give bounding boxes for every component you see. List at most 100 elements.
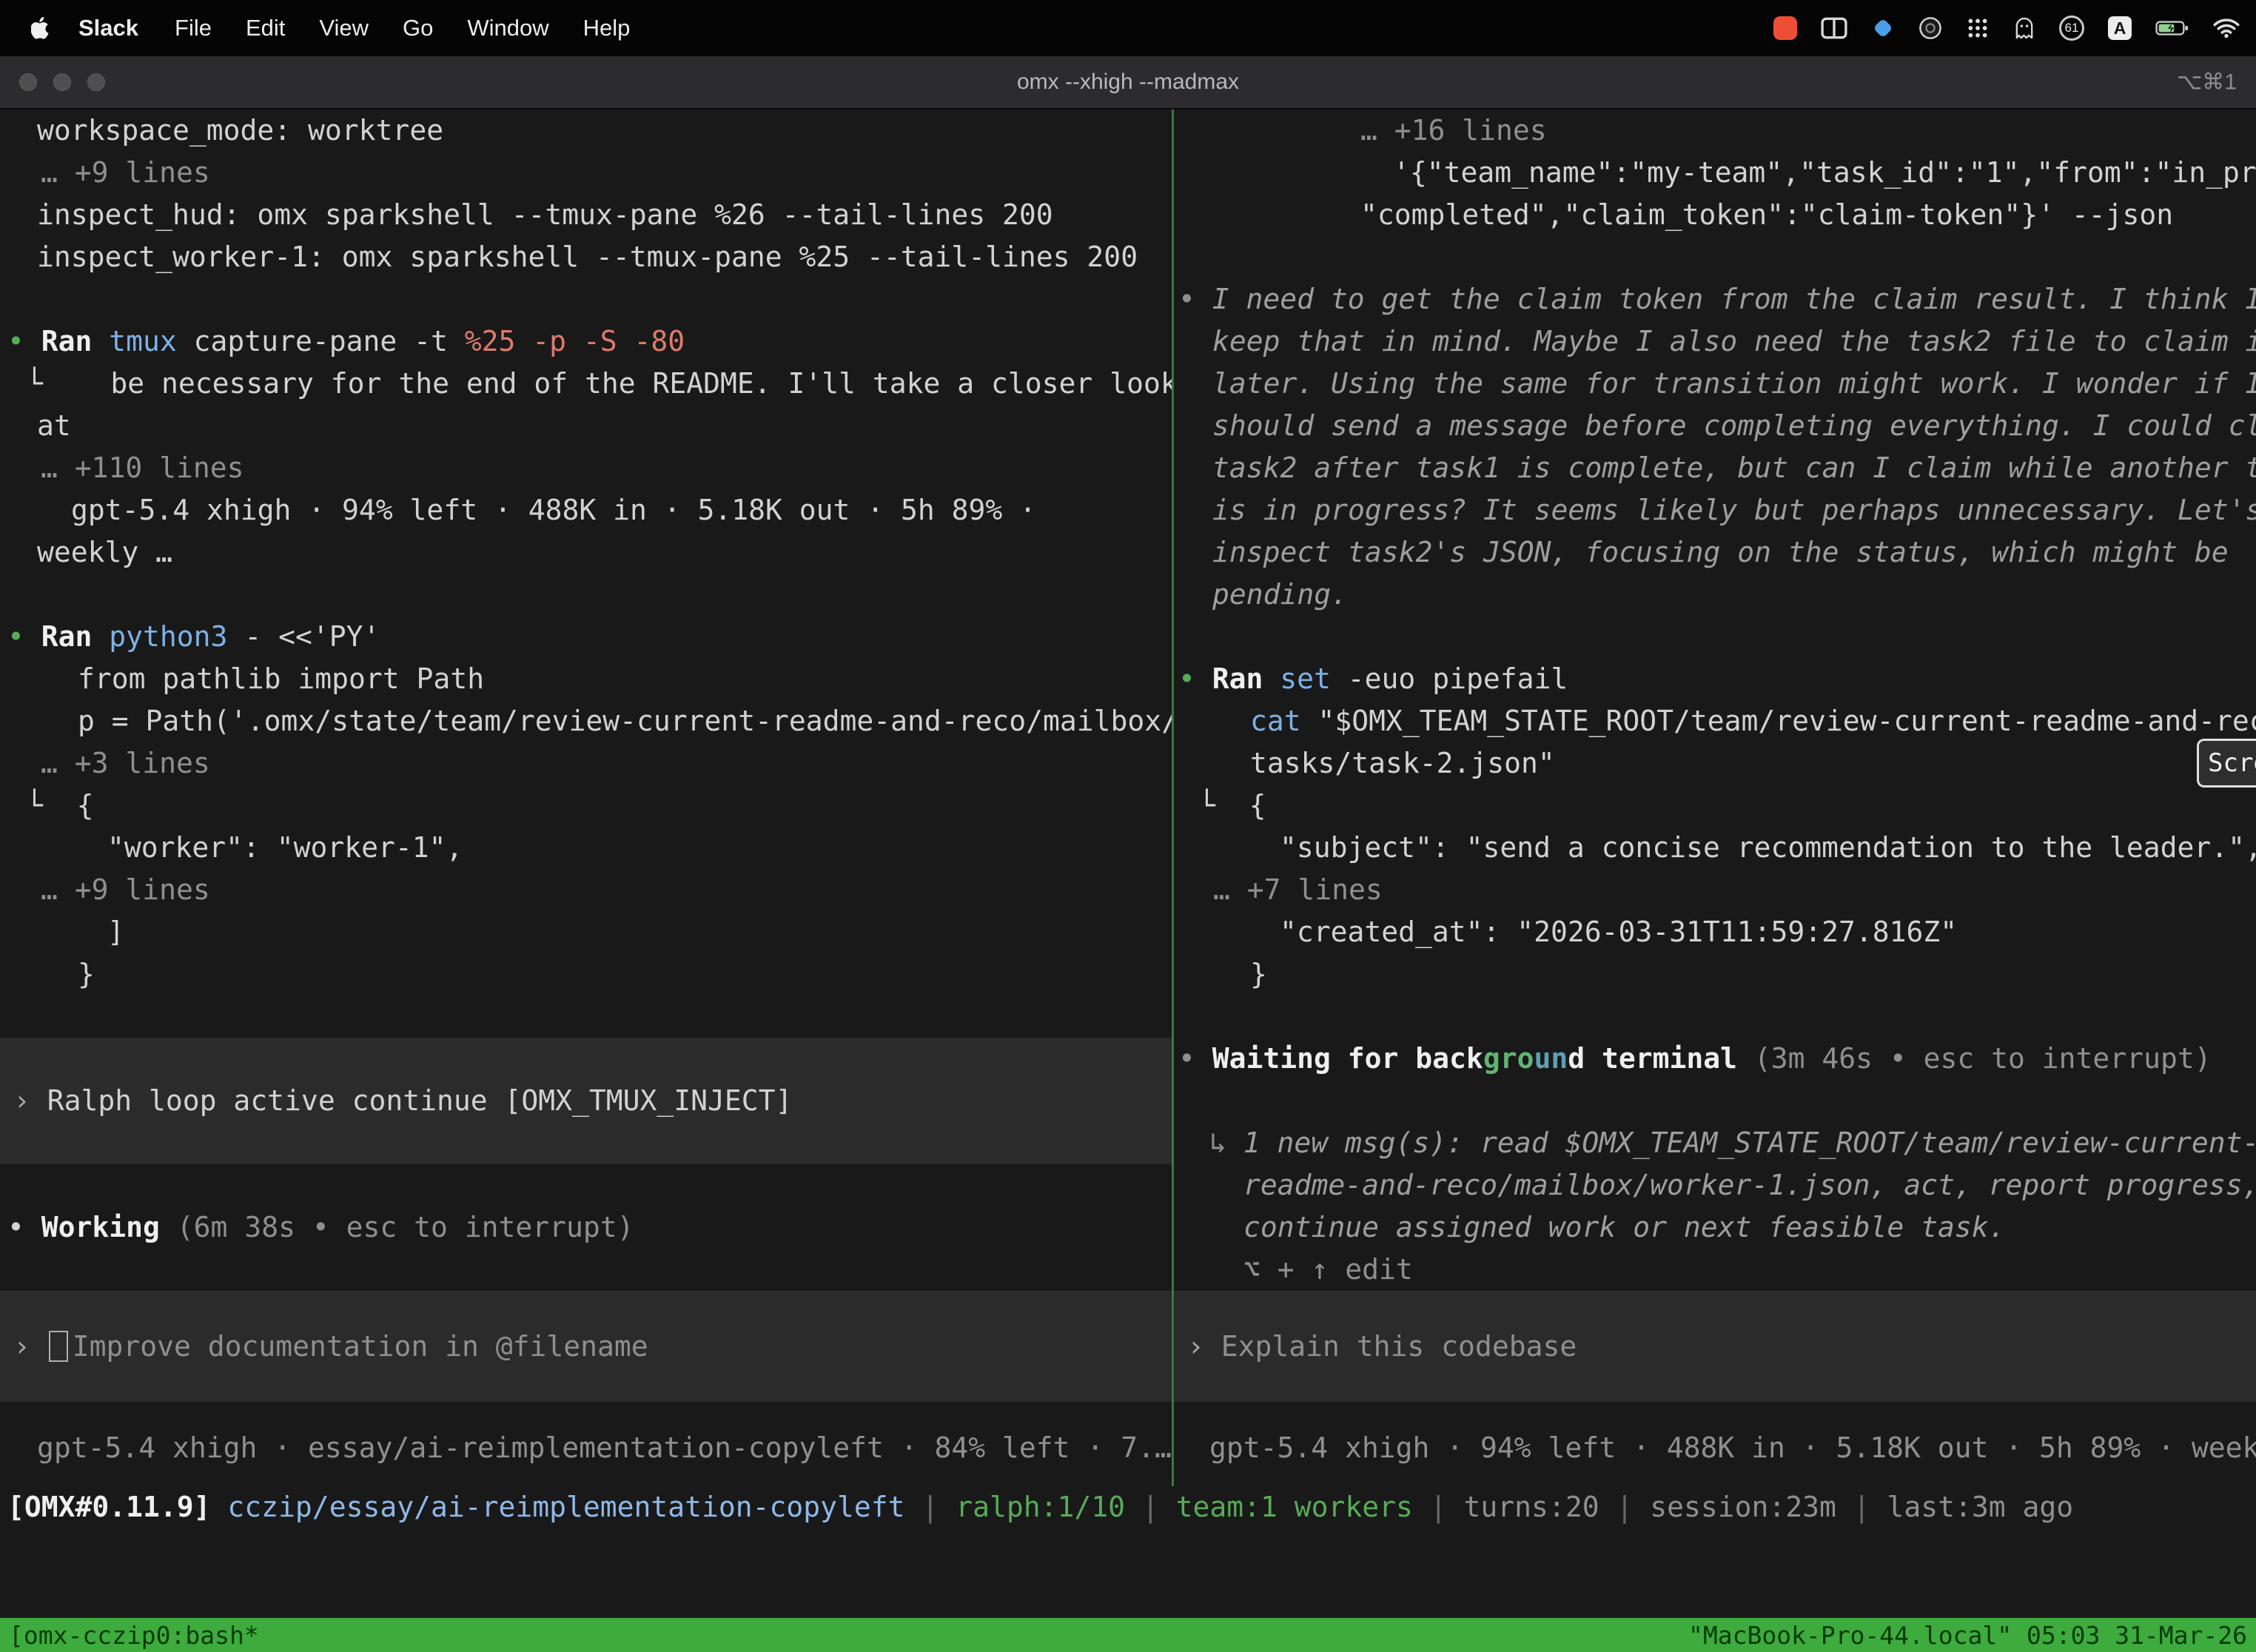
collapsed-lines-indicator: … +7 lines: [1174, 869, 2256, 911]
window-shortcut-hint: ⌥⌘1: [2177, 70, 2237, 95]
terminal: workspace_mode: worktree … +9 lines insp…: [0, 110, 2256, 1618]
mailbox-message-text: 1 new msg(s): read $OMX_TEAM_STATE_ROOT/…: [1243, 1126, 2256, 1159]
chevron-icon: ›: [13, 1326, 47, 1368]
config-line: workspace_mode: worktree: [0, 110, 1172, 152]
last-activity: last:3m ago: [1887, 1491, 2074, 1523]
collapsed-lines-indicator: … +110 lines: [0, 447, 1172, 489]
team-workers: team:1 workers: [1176, 1491, 1413, 1523]
reasoning-line: • I need to get the claim token from the…: [1174, 278, 2256, 320]
separator: |: [1836, 1491, 1887, 1523]
bullet-icon: •: [7, 1211, 41, 1243]
reasoning-line: keep that in mind. Maybe I also need the…: [1174, 320, 2256, 363]
mailbox-message-line: continue assigned work or next feasible …: [1174, 1206, 2256, 1249]
chevron-icon: ›: [13, 1080, 47, 1122]
reasoning-line: inspect task2's JSON, focusing on the st…: [1174, 531, 2256, 574]
inject-banner: › Ralph loop active continue [OMX_TMUX_I…: [0, 1038, 1172, 1164]
chevron-icon: ›: [1187, 1326, 1221, 1368]
reasoning-line: task2 after task1 is complete, but can I…: [1174, 447, 2256, 489]
waiting-meta: (3m 46s • esc to interrupt): [1737, 1042, 2212, 1075]
screen-recording-indicator-icon[interactable]: [1773, 16, 1797, 40]
blank-line: [0, 1164, 1172, 1206]
menu-window[interactable]: Window: [450, 15, 565, 41]
blank-line: [1174, 236, 2256, 278]
wifi-icon[interactable]: [2213, 18, 2240, 38]
cat-command-line: tasks/task-2.json": [1174, 742, 2256, 785]
command-name: tmux: [109, 325, 177, 357]
tmux-status-bar: [omx-cczip0:bash* "MacBook-Pro-44.local"…: [0, 1618, 2256, 1652]
waiting-status-line: • Waiting for background terminal (3m 46…: [1174, 1038, 2256, 1080]
window-manager-icon[interactable]: [1821, 17, 1847, 39]
reasoning-line: should send a message before completing …: [1174, 405, 2256, 447]
bullet-icon: •: [1178, 1042, 1212, 1075]
reasoning-text: I need to get the claim token from the c…: [1212, 283, 2256, 315]
output-line: └ {: [0, 785, 1172, 827]
turns-counter: turns:20: [1464, 1491, 1599, 1523]
model-status-line: gpt-5.4 xhigh · essay/ai-reimplementatio…: [0, 1427, 1172, 1469]
output-line: ]: [0, 911, 1172, 953]
blank-line: [0, 1249, 1172, 1291]
blue-app-icon[interactable]: [1871, 16, 1895, 40]
command-args-highlight: %25 -p -S -80: [465, 325, 685, 357]
command-args: - <<'PY': [227, 620, 380, 653]
ran-label: Ran: [41, 325, 110, 357]
separator: |: [1599, 1491, 1651, 1523]
menu-help[interactable]: Help: [566, 15, 648, 41]
menu-bar: Slack File Edit View Go Window Help 61 A: [0, 0, 2256, 56]
separator: |: [1413, 1491, 1464, 1523]
separator: |: [1125, 1491, 1176, 1523]
right-pane[interactable]: … +16 lines '{"team_name":"my-team","tas…: [1174, 110, 2256, 1618]
blank-line: [1174, 995, 2256, 1038]
window-title-bar[interactable]: omx --xhigh --madmax ⌥⌘1: [0, 56, 2256, 110]
tmux-host-datetime: "MacBook-Pro-44.local" 05:03 31-Mar-26: [1688, 1621, 2247, 1650]
output-line: }: [1174, 953, 2256, 995]
left-pane[interactable]: workspace_mode: worktree … +9 lines insp…: [0, 110, 1172, 1618]
separator: |: [905, 1491, 956, 1523]
ghost-app-icon[interactable]: [2013, 16, 2035, 40]
record-square: [1773, 16, 1797, 40]
output-line: gpt-5.4 xhigh · 94% left · 488K in · 5.1…: [0, 489, 1172, 531]
waiting-label: Waiting for back: [1212, 1042, 1483, 1075]
menu-edit[interactable]: Edit: [229, 15, 302, 41]
dark-disc-icon[interactable]: [1918, 16, 1942, 40]
apple-logo-icon: [31, 16, 51, 40]
reasoning-line: pending.: [1174, 574, 2256, 616]
command-name: set: [1280, 662, 1331, 695]
mailbox-message-line: ↳ 1 new msg(s): read $OMX_TEAM_STATE_ROO…: [1174, 1122, 2256, 1164]
battery-percent-badge[interactable]: 61: [2059, 16, 2084, 41]
ran-label: Ran: [1212, 662, 1280, 695]
inject-banner-text: Ralph loop active continue [OMX_TMUX_INJ…: [47, 1080, 793, 1122]
screenshot-notification[interactable]: Scre: [2197, 739, 2256, 788]
config-line: inspect_worker-1: omx sparkshell --tmux-…: [0, 236, 1172, 278]
menu-app-name[interactable]: Slack: [59, 15, 158, 41]
collapsed-lines-indicator: … +3 lines: [0, 742, 1172, 785]
config-line: inspect_hud: omx sparkshell --tmux-pane …: [0, 194, 1172, 236]
menu-go[interactable]: Go: [386, 15, 450, 41]
prompt-input-right[interactable]: › Explain this codebase: [1174, 1291, 2256, 1402]
edit-shortcut-hint: ⌥ + ↑ edit: [1174, 1249, 2256, 1291]
command-args: "$OMX_TEAM_STATE_ROOT/team/review-curren…: [1301, 705, 2256, 737]
working-meta: (6m 38s • esc to interrupt): [160, 1211, 634, 1243]
output-line: at: [0, 405, 1172, 447]
menu-view[interactable]: View: [302, 15, 386, 41]
command-args: capture-pane -t: [177, 325, 465, 357]
input-source-icon[interactable]: A: [2108, 16, 2132, 40]
waiting-label-shimmer: un: [1534, 1042, 1568, 1075]
ran-python-command-line: • Ran python3 - <<'PY': [0, 616, 1172, 658]
collapsed-lines-indicator: … +9 lines: [0, 152, 1172, 194]
prompt-placeholder: Improve documentation in @filename: [73, 1326, 648, 1368]
prompt-input-left[interactable]: › Improve documentation in @filename: [0, 1291, 1172, 1402]
dots-grid-icon[interactable]: [1966, 16, 1990, 40]
prompt-placeholder: Explain this codebase: [1221, 1326, 1577, 1368]
waiting-label: d terminal: [1568, 1042, 1737, 1075]
working-status-line: • Working (6m 38s • esc to interrupt): [0, 1206, 1172, 1249]
output-line: "subject": "send a concise recommendatio…: [1174, 827, 2256, 869]
ran-tmux-command-line: • Ran tmux capture-pane -t %25 -p -S -80: [0, 320, 1172, 363]
omx-version: [OMX#0.11.9]: [7, 1491, 227, 1523]
apple-menu-icon[interactable]: [22, 16, 59, 40]
battery-icon[interactable]: [2155, 19, 2189, 38]
model-status-line: gpt-5.4 xhigh · 94% left · 488K in · 5.1…: [1174, 1427, 2256, 1469]
ran-label: Ran: [41, 620, 110, 653]
menu-file[interactable]: File: [158, 15, 229, 41]
ralph-counter: ralph:1/10: [956, 1491, 1125, 1523]
bullet-icon: •: [1178, 662, 1212, 695]
